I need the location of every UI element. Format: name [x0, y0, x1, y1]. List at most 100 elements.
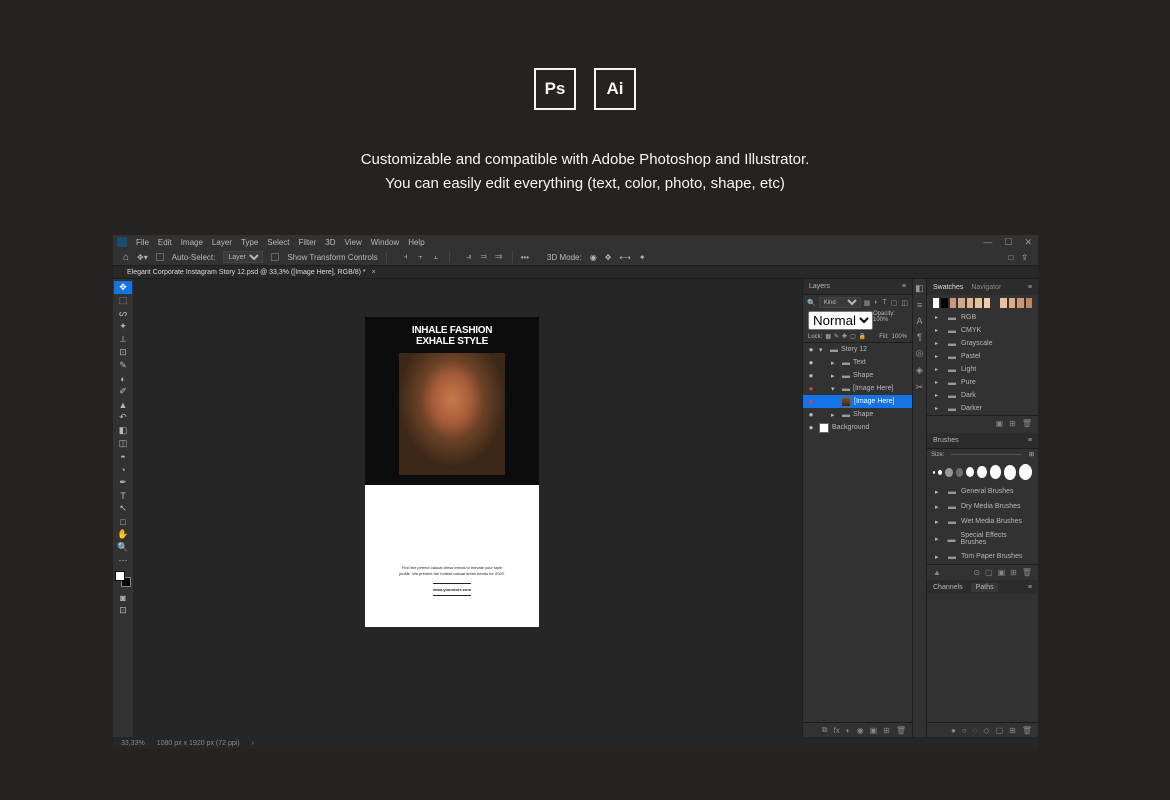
path-selection-tool[interactable]: ↖	[114, 502, 132, 515]
collapsed-panel-icon[interactable]: ✂	[916, 382, 924, 393]
layer-item[interactable]: ●▾▬Story 12	[803, 343, 912, 356]
swatch[interactable]	[984, 298, 990, 308]
menu-select[interactable]: Select	[267, 238, 289, 247]
swatch[interactable]	[1017, 298, 1023, 308]
swatch[interactable]	[975, 298, 981, 308]
layer-filter-kind[interactable]: Kind	[819, 297, 861, 308]
channels-tab[interactable]: Channels	[933, 584, 963, 591]
visibility-icon[interactable]: ●	[806, 358, 816, 367]
home-icon[interactable]: ⌂	[123, 252, 129, 263]
lock-artboard-icon[interactable]: ▢	[850, 333, 856, 340]
foreground-background-colors[interactable]	[115, 571, 131, 587]
visibility-icon[interactable]: ●	[806, 371, 816, 380]
collapsed-panel-icon[interactable]: ◈	[916, 365, 923, 376]
folder-arrow-icon[interactable]: ▸	[831, 372, 839, 380]
close-icon[interactable]: ✕	[1024, 237, 1032, 248]
visibility-icon[interactable]: ●	[806, 410, 816, 419]
hand-tool[interactable]: ✋	[114, 528, 132, 541]
layer-fx-icon[interactable]: fx	[834, 726, 840, 735]
layer-item[interactable]: ●▾▬[Image Here]	[803, 382, 912, 395]
menu-image[interactable]: Image	[181, 238, 203, 247]
panel-menu-icon[interactable]: ≡	[902, 283, 906, 290]
brush-preset[interactable]	[933, 471, 935, 474]
folder-arrow-icon[interactable]: ▸	[831, 411, 839, 419]
brush-tool[interactable]: ✐	[114, 385, 132, 398]
align-center-v-icon[interactable]: ⫤	[479, 252, 489, 262]
move-tool[interactable]: ✥	[114, 281, 132, 294]
menu-view[interactable]: View	[345, 238, 362, 247]
align-bottom-icon[interactable]: ⫥	[494, 252, 504, 262]
path-mask-icon[interactable]: ▢	[996, 726, 1004, 735]
zoom-level[interactable]: 33,33%	[121, 740, 145, 747]
opacity-value[interactable]: 100%	[873, 317, 888, 323]
healing-brush-tool[interactable]: ◐	[114, 372, 132, 385]
collapsed-panel-icon[interactable]: ≡	[917, 300, 922, 310]
new-brush-group-icon[interactable]: ▣	[998, 568, 1006, 577]
more-options-icon[interactable]: •••	[521, 253, 529, 262]
menu-edit[interactable]: Edit	[158, 238, 172, 247]
new-layer-icon[interactable]: ⊞	[883, 726, 890, 735]
navigator-tab[interactable]: Navigator	[971, 284, 1001, 291]
brush-preset[interactable]	[956, 468, 963, 477]
swatches-tab[interactable]: Swatches	[933, 284, 963, 291]
swatch[interactable]	[992, 298, 998, 308]
lock-all-icon[interactable]: 🔒	[859, 333, 866, 340]
swatch[interactable]	[1026, 298, 1032, 308]
marquee-tool[interactable]: ⬚	[114, 294, 132, 307]
swatch-folder[interactable]: ▸▬Pastel	[927, 350, 1038, 363]
new-path-icon[interactable]: ⊞	[1009, 726, 1016, 735]
filter-shape-icon[interactable]: ▢	[891, 299, 898, 307]
eyedropper-tool[interactable]: ✎	[114, 359, 132, 372]
swatch-folder[interactable]: ▸▬Light	[927, 363, 1038, 376]
maximize-icon[interactable]: ☐	[1004, 237, 1012, 248]
zoom-tool[interactable]: 🔍	[114, 541, 132, 554]
align-center-h-icon[interactable]: ⫟	[416, 252, 426, 262]
swatch-folder[interactable]: ▸▬CMYK	[927, 324, 1038, 337]
link-layers-icon[interactable]: ⧉	[822, 725, 828, 735]
swatch[interactable]	[941, 298, 947, 308]
filter-type-icon[interactable]: T	[882, 299, 886, 307]
share-icon[interactable]: ⇪	[1021, 253, 1028, 262]
new-group-icon[interactable]: ▣	[870, 726, 878, 735]
swatch-folder[interactable]: ▸▬Pure	[927, 376, 1038, 389]
rectangle-tool[interactable]: □	[114, 515, 132, 528]
align-right-icon[interactable]: ⫠	[431, 252, 441, 262]
document-tab[interactable]: Elegant Corporate Instagram Story 12.psd…	[127, 269, 366, 276]
brush-folder[interactable]: ▸▬Wet Media Brushes	[927, 514, 1038, 529]
brush-preset[interactable]	[990, 465, 1001, 479]
new-swatch-icon[interactable]: ⊞	[1009, 419, 1016, 428]
brush-folder[interactable]: ▸▬Special Effects Brushes	[927, 529, 1038, 549]
live-preview-icon[interactable]: ▢	[985, 568, 993, 577]
collapsed-panel-icon[interactable]: ◎	[916, 348, 924, 359]
filter-pixel-icon[interactable]: ▦	[864, 299, 871, 307]
filter-adjustment-icon[interactable]: ◐	[874, 299, 878, 307]
brush-preset[interactable]	[966, 467, 974, 477]
3d-slide-icon[interactable]: ⟷	[619, 253, 630, 262]
swatch-folder[interactable]: ▸▬Dark	[927, 389, 1038, 402]
brush-options-icon[interactable]: ⊙	[973, 568, 980, 577]
minimize-icon[interactable]: —	[983, 237, 992, 248]
status-chevron-icon[interactable]: ›	[252, 740, 254, 747]
pen-tool[interactable]: ✒	[114, 476, 132, 489]
swatch[interactable]	[950, 298, 956, 308]
tab-close-icon[interactable]: ×	[372, 269, 376, 276]
show-transform-checkbox[interactable]	[271, 253, 279, 261]
menu-3d[interactable]: 3D	[325, 238, 335, 247]
collapsed-panel-icon[interactable]: A	[916, 316, 922, 326]
new-brush-icon[interactable]: ⊞	[1010, 568, 1017, 577]
swatch[interactable]	[933, 298, 939, 308]
fill-value[interactable]: 100%	[892, 334, 907, 340]
paths-tab[interactable]: Paths	[971, 583, 999, 592]
swatch[interactable]	[967, 298, 973, 308]
gradient-tool[interactable]: ◫	[114, 437, 132, 450]
brush-folder[interactable]: ▸▬General Brushes	[927, 484, 1038, 499]
path-stroke-icon[interactable]: ○	[962, 726, 967, 735]
menu-help[interactable]: Help	[408, 238, 424, 247]
visibility-icon[interactable]: ●	[806, 384, 816, 393]
adjustment-layer-icon[interactable]: ◉	[857, 726, 864, 735]
edit-toolbar-icon[interactable]: ⋯	[114, 554, 132, 567]
eraser-tool[interactable]: ◧	[114, 424, 132, 437]
swatch[interactable]	[1009, 298, 1015, 308]
lock-position-icon[interactable]: ✥	[842, 333, 847, 340]
brush-preset[interactable]	[945, 468, 952, 477]
